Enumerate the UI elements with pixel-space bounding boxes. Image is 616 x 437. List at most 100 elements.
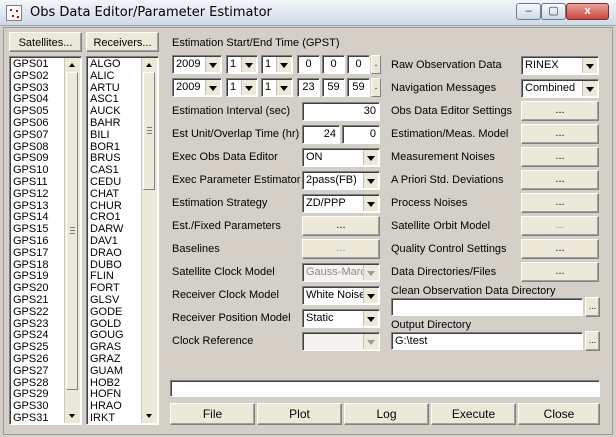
scroll-thumb[interactable] bbox=[66, 72, 78, 390]
scroll-down-icon[interactable] bbox=[142, 409, 157, 423]
obs-settings-button[interactable]: ... bbox=[521, 101, 599, 121]
overlap-time-field[interactable]: 0 bbox=[342, 125, 380, 144]
list-item[interactable]: DAV1 bbox=[90, 235, 124, 248]
start-day-select[interactable]: 1 bbox=[261, 55, 293, 74]
list-item[interactable]: CEDU bbox=[90, 176, 124, 189]
close-button[interactable]: Close bbox=[518, 403, 600, 425]
satellites-button[interactable]: Satellites... bbox=[9, 32, 82, 52]
interval-field[interactable]: 30 bbox=[302, 102, 380, 121]
meas-noise-button[interactable]: ... bbox=[521, 147, 599, 167]
start-year-select[interactable]: 2009 bbox=[172, 55, 222, 74]
est-fixed-button[interactable]: ... bbox=[302, 216, 380, 236]
clean-dir-browse-button[interactable]: ... bbox=[585, 297, 600, 317]
apriori-button[interactable]: ... bbox=[521, 170, 599, 190]
receiver-list-scrollbar[interactable] bbox=[141, 58, 157, 423]
end-min-field[interactable]: 59 bbox=[322, 78, 345, 97]
start-hour-field[interactable]: 0 bbox=[297, 55, 320, 74]
raw-obs-select[interactable]: RINEX bbox=[521, 56, 599, 75]
scroll-thumb[interactable] bbox=[143, 72, 155, 190]
qc-button[interactable]: ... bbox=[521, 239, 599, 259]
unit-time-field[interactable]: 24 bbox=[302, 125, 340, 144]
clean-dir-field[interactable] bbox=[391, 298, 583, 316]
output-dir-field[interactable]: G:\test bbox=[391, 332, 583, 350]
list-item[interactable]: GPS21 bbox=[13, 294, 48, 307]
end-hour-field[interactable]: 23 bbox=[297, 78, 320, 97]
start-sec-field[interactable]: 0 bbox=[347, 55, 370, 74]
baselines-label: Baselines bbox=[172, 243, 220, 255]
list-item[interactable]: GLSV bbox=[90, 294, 124, 307]
exec-param-label: Exec Parameter Estimator bbox=[172, 174, 301, 186]
title-bar[interactable]: Obs Data Editor/Parameter Estimator – ▢ … bbox=[0, 0, 616, 26]
raw-obs-label: Raw Observation Data bbox=[391, 59, 502, 71]
end-day-select[interactable]: 1 bbox=[261, 78, 293, 97]
sat-orbit-label: Satellite Orbit Model bbox=[391, 220, 491, 232]
receiver-list[interactable]: ALGO ALIC ARTU ASC1 AUCK BAHR BILI BOR1 BRUS CAS1… bbox=[86, 56, 159, 425]
list-item[interactable]: GUAM bbox=[90, 365, 124, 378]
list-item[interactable]: GPS22 bbox=[13, 306, 48, 319]
restore-button[interactable]: ▢ bbox=[541, 3, 566, 20]
list-item[interactable]: GPS26 bbox=[13, 353, 48, 366]
list-item[interactable]: GPS16 bbox=[13, 235, 48, 248]
list-item[interactable]: GPS12 bbox=[13, 188, 48, 201]
obs-settings-label: Obs Data Editor Settings bbox=[391, 105, 513, 117]
baselines-button[interactable]: ... bbox=[302, 239, 380, 259]
start-month-select[interactable]: 1 bbox=[226, 55, 258, 74]
list-item[interactable]: GPS27 bbox=[13, 365, 48, 378]
list-item[interactable]: GPS17 bbox=[13, 247, 48, 260]
file-button[interactable]: File bbox=[170, 403, 255, 425]
process-noise-button[interactable]: ... bbox=[521, 193, 599, 213]
clock-ref-select[interactable] bbox=[302, 332, 380, 351]
exec-param-select[interactable]: 2pass(FB) bbox=[302, 171, 380, 190]
sat-orbit-button[interactable]: ... bbox=[521, 216, 599, 236]
exec-obs-select[interactable]: ON bbox=[302, 148, 380, 167]
strategy-select[interactable]: ZD/PPP bbox=[302, 194, 380, 213]
interval-label: Estimation Interval (sec) bbox=[172, 105, 290, 117]
end-year-select[interactable]: 2009 bbox=[172, 78, 222, 97]
list-item[interactable]: ALIC bbox=[90, 70, 124, 83]
receivers-button[interactable]: Receivers... bbox=[86, 32, 159, 52]
start-time-button[interactable]: . bbox=[371, 55, 381, 74]
qc-label: Quality Control Settings bbox=[391, 243, 507, 255]
window-close-button[interactable]: x bbox=[566, 3, 609, 20]
list-item[interactable]: IRKT bbox=[90, 412, 124, 424]
list-item[interactable]: GPS07 bbox=[13, 129, 48, 142]
scroll-down-icon[interactable] bbox=[65, 409, 80, 423]
list-item[interactable]: GPS06 bbox=[13, 117, 48, 130]
satellite-list-scrollbar[interactable] bbox=[64, 58, 80, 423]
list-item[interactable]: BILI bbox=[90, 129, 124, 142]
end-time-button[interactable]: . bbox=[371, 78, 381, 97]
list-item[interactable]: GODE bbox=[90, 306, 124, 319]
time-label: Estimation Start/End Time (GPST) bbox=[172, 37, 340, 49]
sat-clock-select[interactable]: Gauss-Marc bbox=[302, 263, 380, 282]
list-item[interactable]: GPS31 bbox=[13, 412, 48, 424]
est-model-button[interactable]: ... bbox=[521, 124, 599, 144]
start-min-field[interactable]: 0 bbox=[322, 55, 345, 74]
rcv-clock-select[interactable]: White Noise bbox=[302, 286, 380, 305]
list-item[interactable]: GRAZ bbox=[90, 353, 124, 366]
list-item[interactable]: GPS11 bbox=[13, 176, 48, 189]
list-item[interactable]: DRAO bbox=[90, 247, 124, 260]
status-message bbox=[170, 380, 600, 397]
list-item[interactable]: CHAT bbox=[90, 188, 124, 201]
meas-noise-label: Measurement Noises bbox=[391, 151, 495, 163]
list-item[interactable]: BAHR bbox=[90, 117, 124, 130]
clock-ref-label: Clock Reference bbox=[172, 335, 254, 347]
log-button[interactable]: Log bbox=[344, 403, 429, 425]
end-sec-field[interactable]: 59 bbox=[347, 78, 370, 97]
app-icon bbox=[6, 5, 22, 21]
output-dir-browse-button[interactable]: ... bbox=[585, 331, 600, 351]
nav-select[interactable]: Combined bbox=[521, 79, 599, 98]
rcv-pos-select[interactable]: Static bbox=[302, 309, 380, 328]
execute-button[interactable]: Execute bbox=[431, 403, 516, 425]
clean-dir-label: Clean Observation Data Directory bbox=[391, 285, 556, 297]
list-item[interactable]: GPS02 bbox=[13, 70, 48, 83]
est-model-label: Estimation/Meas. Model bbox=[391, 128, 509, 140]
satellite-list[interactable]: GPS01 GPS02 GPS03 GPS04 GPS05 GPS06 GPS07 GPS08… bbox=[9, 56, 82, 425]
plot-button[interactable]: Plot bbox=[257, 403, 342, 425]
scroll-up-icon[interactable] bbox=[65, 58, 80, 72]
scroll-up-icon[interactable] bbox=[142, 58, 157, 72]
end-month-select[interactable]: 1 bbox=[226, 78, 258, 97]
data-dirs-button[interactable]: ... bbox=[521, 262, 599, 282]
est-fixed-label: Est./Fixed Parameters bbox=[172, 220, 281, 232]
minimize-button[interactable]: – bbox=[516, 3, 541, 20]
